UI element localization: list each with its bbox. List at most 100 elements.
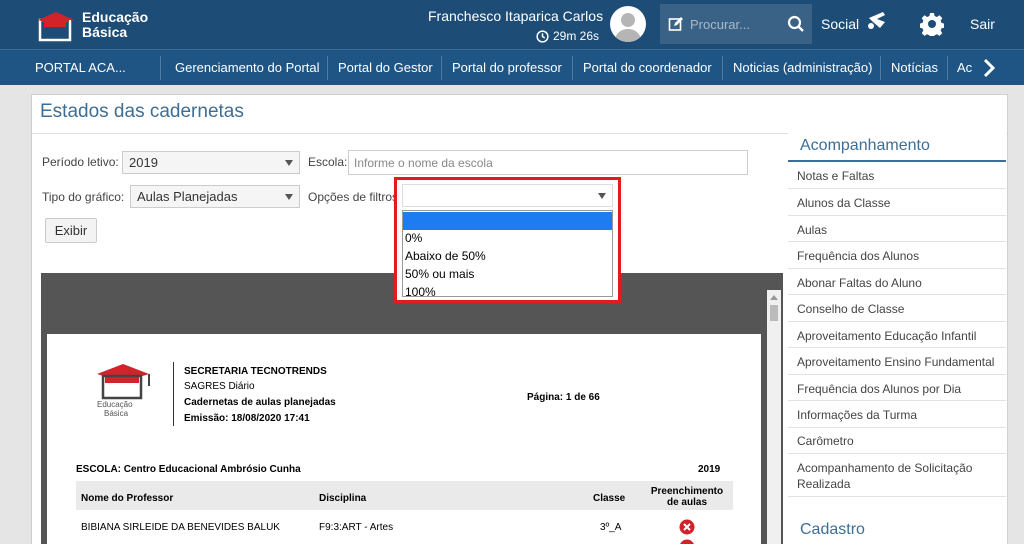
brand-logo[interactable]: Educação Básica (36, 8, 166, 42)
sidebar-item-carometro[interactable]: Carômetro (797, 433, 1002, 449)
avatar[interactable] (610, 6, 646, 42)
chart-type-select-value: Aulas Planejadas (137, 189, 238, 204)
search-input[interactable] (690, 14, 782, 34)
filter-select[interactable] (402, 184, 613, 207)
nav-divider (160, 56, 161, 80)
gear-icon[interactable] (920, 12, 944, 36)
col-fill: Preenchimento de aulas (650, 486, 724, 508)
nav-divider (880, 56, 881, 80)
sidebar-divider (788, 294, 1006, 295)
col-teacher: Nome do Professor (81, 493, 174, 504)
user-name: Franchesco Itaparica Carlos (428, 8, 604, 24)
sidebar-title-rule (788, 160, 1006, 162)
nav-item-portal-coordenador[interactable]: Portal do coordenador (583, 50, 712, 85)
report-table-header (76, 481, 733, 510)
nav-item-truncated[interactable]: Ac (957, 50, 972, 85)
period-label: Período letivo: (42, 155, 119, 169)
sidebar-divider (788, 241, 1006, 242)
edit-icon[interactable] (668, 16, 684, 32)
show-button[interactable]: Exibir (45, 218, 97, 243)
sidebar-divider (788, 188, 1006, 189)
nav-item-portal-professor[interactable]: Portal do professor (452, 50, 562, 85)
page-title: Estados das cadernetas (40, 101, 244, 122)
row-class: 3º_A (600, 522, 622, 533)
school-input[interactable] (348, 150, 748, 175)
period-select[interactable]: 2019 (122, 151, 300, 174)
sidebar-item-conselho-classe[interactable]: Conselho de Classe (797, 301, 1002, 317)
report-org: SECRETARIA TECNOTRENDS (184, 366, 327, 377)
filter-options-list: 0% Abaixo de 50% 50% ou mais 100% (402, 210, 613, 299)
nav-item-noticias[interactable]: Notícias (891, 50, 938, 85)
report-school: ESCOLA: Centro Educacional Ambrósio Cunh… (76, 464, 301, 475)
sidebar-item-notas-faltas[interactable]: Notas e Faltas (797, 168, 1002, 184)
scroll-up-icon[interactable] (770, 295, 778, 300)
sidebar-item-abonar-faltas[interactable]: Abonar Faltas do Aluno (797, 275, 1002, 291)
caret-down-icon (285, 194, 293, 200)
sidebar-item-aulas[interactable]: Aulas (797, 222, 1002, 238)
logout-button[interactable]: Sair (970, 16, 995, 32)
report-page: Educação Básica SECRETARIA TECNOTRENDS S… (47, 334, 761, 544)
filter-option-0[interactable]: 0% (403, 229, 612, 247)
report-subtitle: Cadernetas de aulas planejadas (184, 397, 336, 408)
filter-option-below-50[interactable]: Abaixo de 50% (403, 247, 612, 265)
search-icon[interactable] (787, 15, 805, 33)
report-system: SAGRES Diário (184, 381, 255, 392)
sidebar-item-acompanhamento-solicitacao[interactable]: Acompanhamento de Solicitação Realizada (797, 460, 1002, 492)
user-avatar-icon (614, 13, 642, 42)
sidebar-item-alunos-classe[interactable]: Alunos da Classe (797, 195, 1002, 211)
caret-down-icon (285, 160, 293, 166)
chart-type-label: Tipo do gráfico: (42, 190, 125, 204)
search-box (660, 4, 812, 44)
report-page-number: Página: 1 de 66 (527, 392, 600, 403)
sidebar-divider (788, 347, 1006, 348)
main-nav: PORTAL ACA... Gerenciamento do Portal Po… (0, 49, 1024, 85)
sidebar-divider (788, 268, 1006, 269)
sidebar: Acompanhamento Notas e Faltas Alunos da … (788, 130, 1006, 544)
filter-option-empty[interactable] (403, 212, 612, 230)
sidebar-divider (788, 453, 1006, 454)
col-class: Classe (593, 493, 626, 504)
row-teacher: BIBIANA SIRLEIDE DA BENEVIDES BALUK (81, 522, 280, 533)
top-bar: Educação Básica Franchesco Itaparica Car… (0, 0, 1024, 49)
nav-divider (441, 56, 442, 80)
report-logo-line-2: Básica (104, 409, 129, 418)
row-discipline: F9:3:ART - Artes (319, 522, 394, 533)
nav-divider (947, 56, 948, 80)
report-emission: Emissão: 18/08/2020 17:41 (184, 413, 310, 424)
school-label: Escola: (308, 155, 348, 169)
sidebar-divider (788, 496, 1006, 497)
sidebar-section-title-cadastro: Cadastro (800, 521, 865, 538)
brand-line-2: Básica (82, 24, 128, 40)
social-icon[interactable] (867, 10, 887, 32)
nav-item-portal-academico[interactable]: PORTAL ACA... (35, 50, 126, 85)
sidebar-item-aproveitamento-fundamental[interactable]: Aproveitamento Ensino Fundamental (797, 354, 1002, 370)
nav-item-noticias-admin[interactable]: Noticias (administração) (733, 50, 872, 85)
viewer-scrollbar[interactable] (767, 290, 781, 544)
filter-option-100[interactable]: 100% (403, 283, 612, 301)
nav-item-gerenciamento[interactable]: Gerenciamento do Portal (175, 50, 320, 85)
filter-dropdown-highlight: 0% Abaixo de 50% 50% ou mais 100% (394, 177, 621, 303)
nav-divider (572, 56, 573, 80)
sidebar-item-frequencia-dia[interactable]: Frequência dos Alunos por Dia (797, 381, 1002, 397)
sidebar-item-aproveitamento-infantil[interactable]: Aproveitamento Educação Infantil (797, 328, 1002, 344)
sidebar-section-title: Acompanhamento (800, 137, 930, 154)
report-year: 2019 (698, 464, 721, 475)
x-circle-icon (680, 539, 694, 544)
sidebar-divider (788, 400, 1006, 401)
sidebar-item-frequencia-alunos[interactable]: Frequência dos Alunos (797, 248, 1002, 264)
session-timer-value: 29m 26s (553, 29, 600, 43)
graduation-cap-icon (38, 12, 74, 42)
sidebar-divider (788, 427, 1006, 428)
nav-divider (722, 56, 723, 80)
report-logo-line-1: Educação (97, 400, 133, 409)
period-select-value: 2019 (129, 155, 158, 170)
sidebar-item-informacoes-turma[interactable]: Informações da Turma (797, 407, 1002, 423)
chart-type-select[interactable]: Aulas Planejadas (130, 185, 300, 208)
filter-option-50-plus[interactable]: 50% ou mais (403, 265, 612, 283)
scrollbar-thumb[interactable] (770, 305, 778, 321)
sidebar-divider (788, 215, 1006, 216)
nav-item-portal-gestor[interactable]: Portal do Gestor (338, 50, 433, 85)
chevron-right-icon[interactable] (982, 58, 996, 78)
social-link[interactable]: Social (821, 16, 859, 32)
clock-icon (536, 30, 549, 43)
